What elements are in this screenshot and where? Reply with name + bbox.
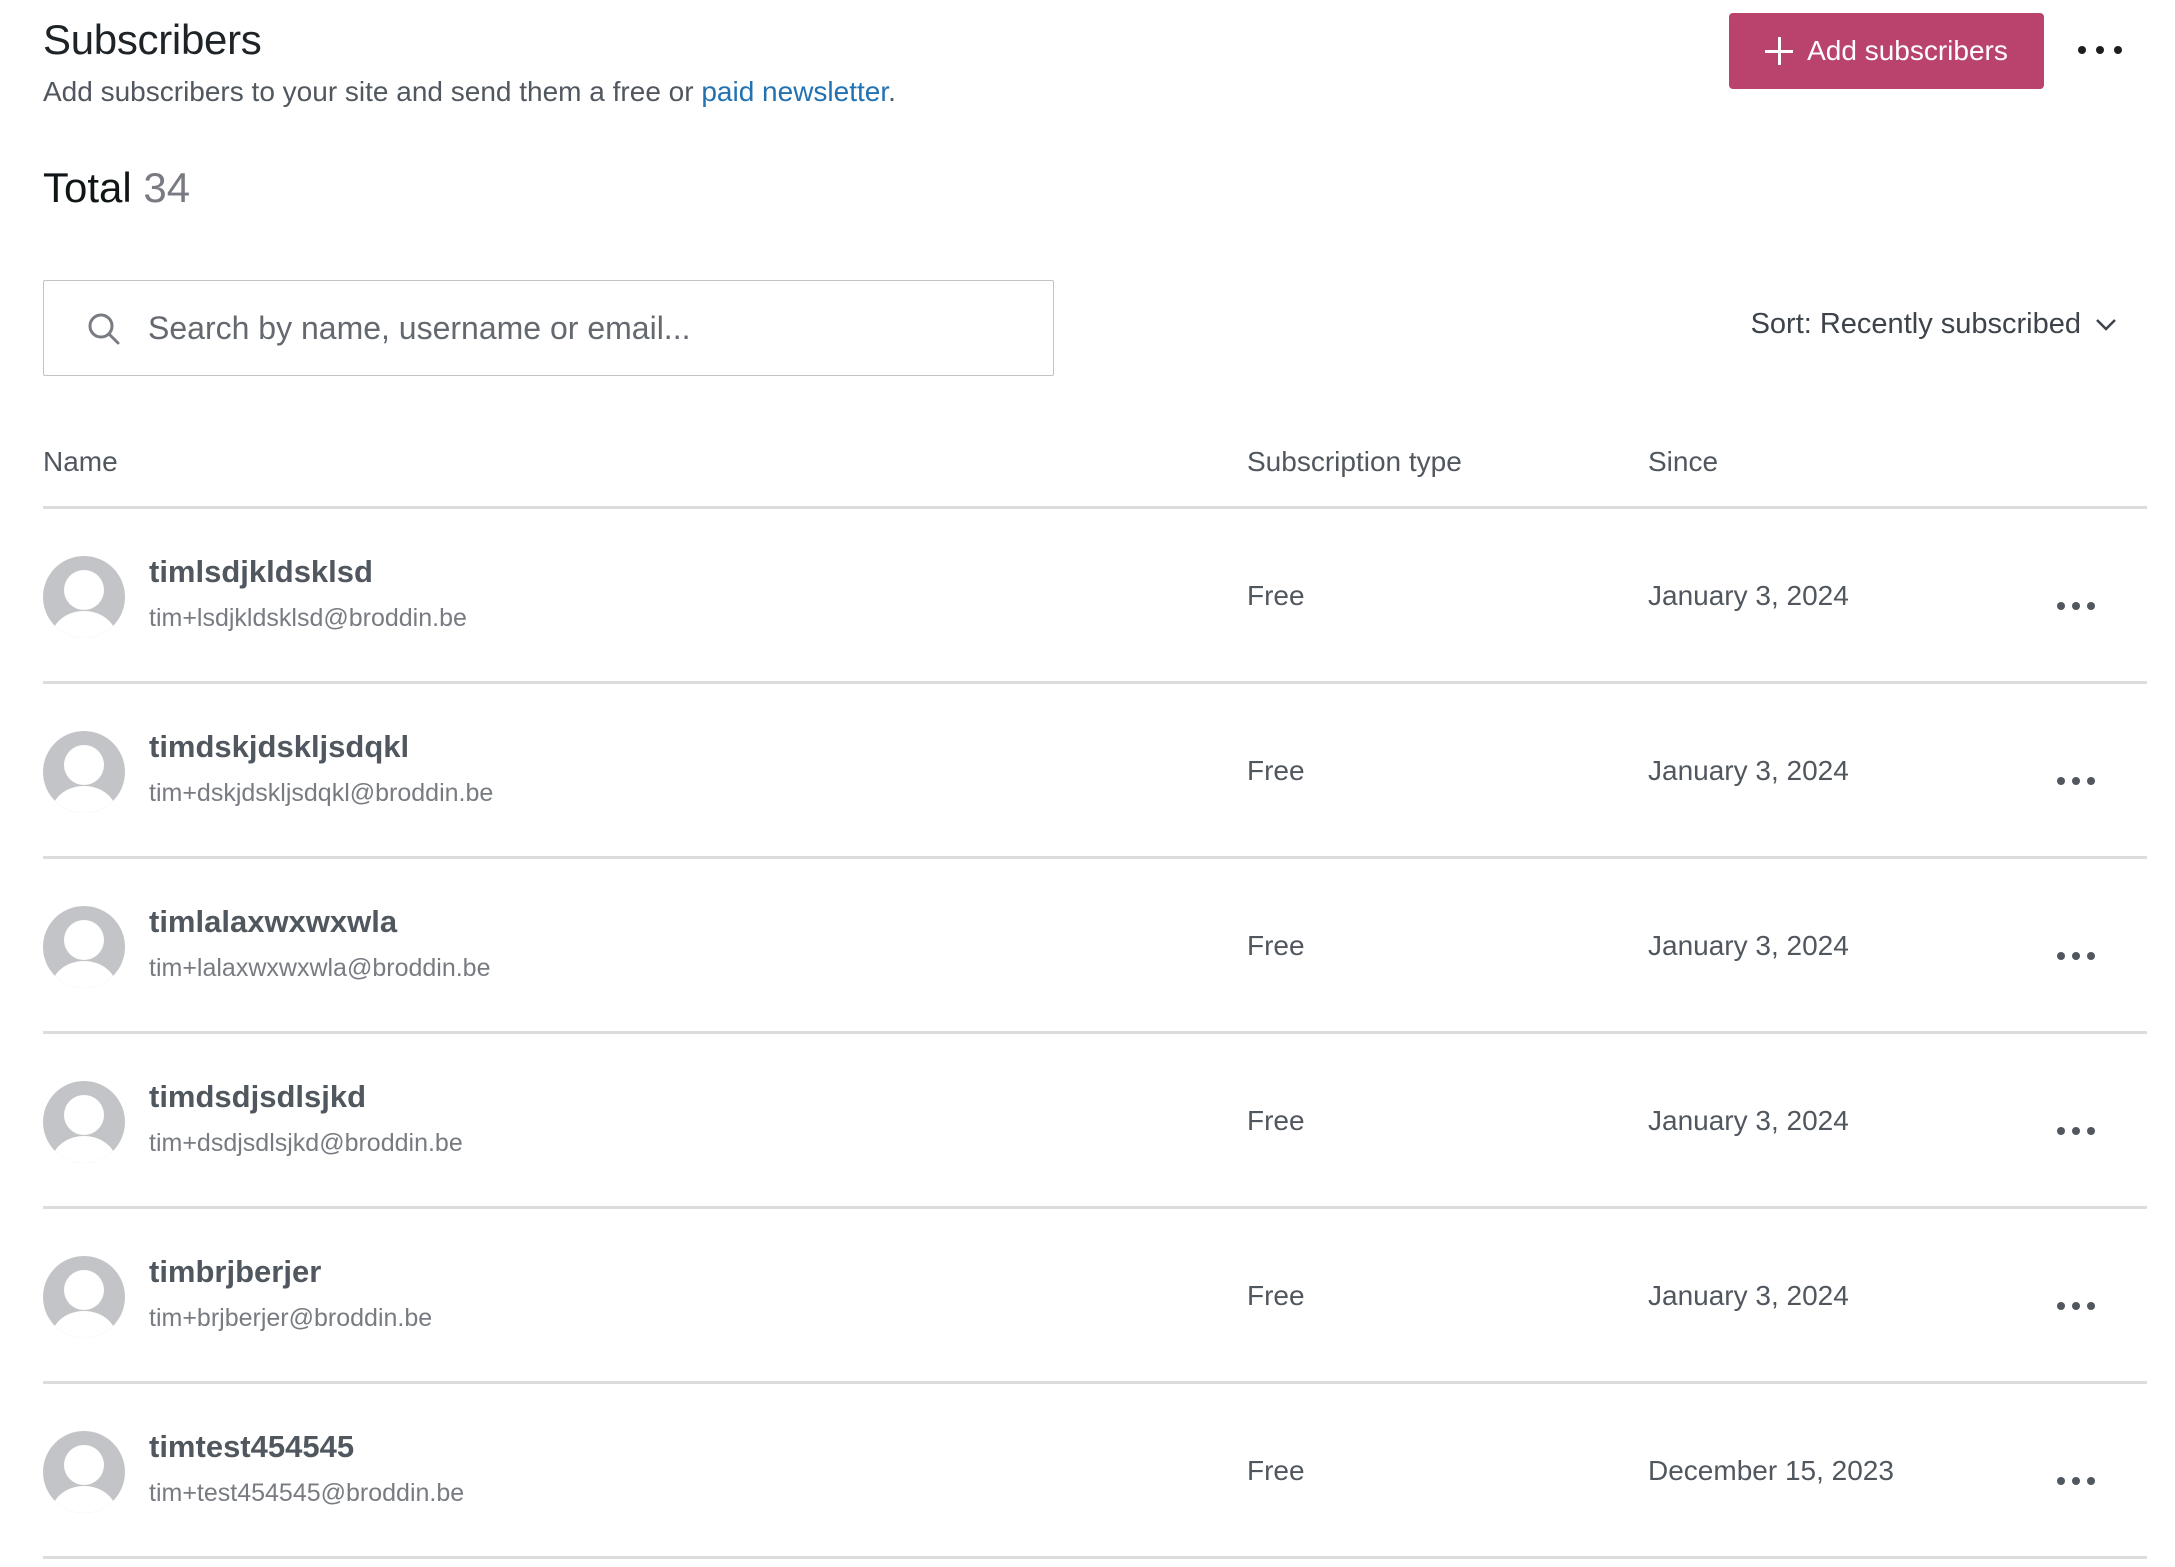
- subscriber-row[interactable]: timbrjberjer tim+brjberjer@broddin.be Fr…: [43, 1208, 2147, 1383]
- row-divider: [43, 1556, 2147, 1559]
- subscriber-row[interactable]: timlsdjkldsklsd tim+lsdjkldsklsd@broddin…: [43, 508, 2147, 683]
- avatar-person-icon-head: [64, 745, 104, 785]
- subscriber-row[interactable]: timtest454545 tim+test454545@broddin.be …: [43, 1383, 2147, 1558]
- subscriber-email: tim+dskjdskljsdqkl@broddin.be: [149, 779, 494, 807]
- avatar-person-icon-head: [64, 1445, 104, 1485]
- subscriber-name[interactable]: timlsdjkldsklsd: [149, 554, 373, 590]
- sort-dropdown[interactable]: Sort: Recently subscribed: [1751, 308, 2117, 341]
- subscriber-email: tim+lsdjkldsklsd@broddin.be: [149, 604, 467, 632]
- add-subscribers-label: Add subscribers: [1807, 35, 2008, 66]
- row-more-menu-button[interactable]: [2057, 1471, 2095, 1491]
- subscriber-email: tim+lalaxwxwxwla@broddin.be: [149, 954, 491, 982]
- ellipsis-icon-dot: [2087, 777, 2095, 785]
- subscriber-name[interactable]: timdskjdskljsdqkl: [149, 729, 409, 765]
- subscribed-since: December 15, 2023: [1648, 1455, 1894, 1486]
- avatar-person-icon-body: [51, 961, 117, 988]
- subscribed-since: January 3, 2024: [1648, 1280, 1849, 1311]
- subtitle-text: Add subscribers to your site and send th…: [43, 76, 702, 107]
- ellipsis-icon-dot: [2072, 1477, 2080, 1485]
- ellipsis-icon-dot: [2072, 602, 2080, 610]
- sort-label: Sort: Recently subscribed: [1750, 308, 2081, 340]
- search-icon: [88, 313, 120, 345]
- subscriber-email: tim+brjberjer@broddin.be: [149, 1304, 433, 1332]
- ellipsis-icon-dot: [2057, 952, 2065, 960]
- avatar: [43, 556, 125, 638]
- subscriber-email: tim+dsdjsdlsjkd@broddin.be: [149, 1129, 463, 1157]
- ellipsis-icon-dot: [2057, 602, 2065, 610]
- avatar-person-icon-body: [51, 1486, 117, 1513]
- subscription-type: Free: [1247, 580, 1305, 611]
- ellipsis-icon-dot: [2087, 602, 2095, 610]
- avatar: [43, 1256, 125, 1338]
- row-more-menu-button[interactable]: [2057, 596, 2095, 616]
- total-label: Total: [43, 164, 132, 211]
- column-header-subscription-type: Subscription type: [1247, 446, 1462, 477]
- ellipsis-icon-dot: [2057, 1302, 2065, 1310]
- column-header-name: Name: [43, 446, 118, 477]
- avatar: [43, 1431, 125, 1513]
- subtitle-period: .: [888, 76, 896, 107]
- subscription-type: Free: [1247, 1105, 1305, 1136]
- subscribed-since: January 3, 2024: [1648, 580, 1849, 611]
- chevron-down-icon: [2096, 318, 2116, 331]
- avatar: [43, 1081, 125, 1163]
- avatar-person-icon-body: [51, 1311, 117, 1338]
- subscriber-name[interactable]: timdsdjsdlsjkd: [149, 1079, 366, 1115]
- subscriber-name[interactable]: timlalaxwxwxwla: [149, 904, 397, 940]
- ellipsis-icon-dot: [2078, 46, 2086, 54]
- page-more-menu-button[interactable]: [2078, 38, 2122, 62]
- ellipsis-icon-dot: [2072, 777, 2080, 785]
- ellipsis-icon-dot: [2057, 1477, 2065, 1485]
- ellipsis-icon-dot: [2087, 1127, 2095, 1135]
- subscription-type: Free: [1247, 755, 1305, 786]
- column-header-since: Since: [1648, 446, 1719, 477]
- total-number: 34: [143, 164, 191, 211]
- plus-icon: [1765, 37, 1794, 65]
- avatar-person-icon-body: [51, 786, 117, 813]
- subscriber-row[interactable]: timdskjdskljsdqkl tim+dskjdskljsdqkl@bro…: [43, 683, 2147, 858]
- page-subtitle: Add subscribers to your site and send th…: [43, 76, 896, 108]
- paid-newsletter-link[interactable]: paid newsletter: [701, 76, 888, 107]
- subscriber-email: tim+test454545@broddin.be: [149, 1479, 465, 1507]
- avatar-person-icon-head: [64, 1270, 104, 1310]
- row-more-menu-button[interactable]: [2057, 946, 2095, 966]
- ellipsis-icon-dot: [2114, 46, 2122, 54]
- subscriber-name[interactable]: timbrjberjer: [149, 1254, 321, 1290]
- ellipsis-icon-dot: [2096, 46, 2104, 54]
- row-more-menu-button[interactable]: [2057, 1296, 2095, 1316]
- search-box[interactable]: [43, 280, 1054, 376]
- ellipsis-icon-dot: [2087, 952, 2095, 960]
- avatar: [43, 906, 125, 988]
- subscribed-since: January 3, 2024: [1648, 1105, 1849, 1136]
- avatar-person-icon-body: [51, 611, 117, 638]
- add-subscribers-button[interactable]: Add subscribers: [1729, 13, 2044, 89]
- avatar-person-icon-head: [64, 570, 104, 610]
- avatar-person-icon-head: [64, 1095, 104, 1135]
- avatar-person-icon-body: [51, 1136, 117, 1163]
- subscriber-row[interactable]: timdsdjsdlsjkd tim+dsdjsdlsjkd@broddin.b…: [43, 1033, 2147, 1208]
- ellipsis-icon-dot: [2087, 1477, 2095, 1485]
- subscription-type: Free: [1247, 1280, 1305, 1311]
- subscriber-name[interactable]: timtest454545: [149, 1429, 354, 1465]
- avatar: [43, 731, 125, 813]
- ellipsis-icon-dot: [2072, 952, 2080, 960]
- subscribed-since: January 3, 2024: [1648, 930, 1849, 961]
- subscription-type: Free: [1247, 1455, 1305, 1486]
- row-more-menu-button[interactable]: [2057, 771, 2095, 791]
- page-title: Subscribers: [43, 16, 262, 63]
- ellipsis-icon-dot: [2057, 1127, 2065, 1135]
- ellipsis-icon-dot: [2072, 1127, 2080, 1135]
- avatar-person-icon-head: [64, 920, 104, 960]
- subscriber-row[interactable]: timlalaxwxwxwla tim+lalaxwxwxwla@broddin…: [43, 858, 2147, 1033]
- subscription-type: Free: [1247, 930, 1305, 961]
- ellipsis-icon-dot: [2057, 777, 2065, 785]
- search-input[interactable]: [148, 281, 1028, 375]
- ellipsis-icon-dot: [2072, 1302, 2080, 1310]
- subscribed-since: January 3, 2024: [1648, 755, 1849, 786]
- row-more-menu-button[interactable]: [2057, 1121, 2095, 1141]
- ellipsis-icon-dot: [2087, 1302, 2095, 1310]
- total-count: Total 34: [43, 164, 190, 212]
